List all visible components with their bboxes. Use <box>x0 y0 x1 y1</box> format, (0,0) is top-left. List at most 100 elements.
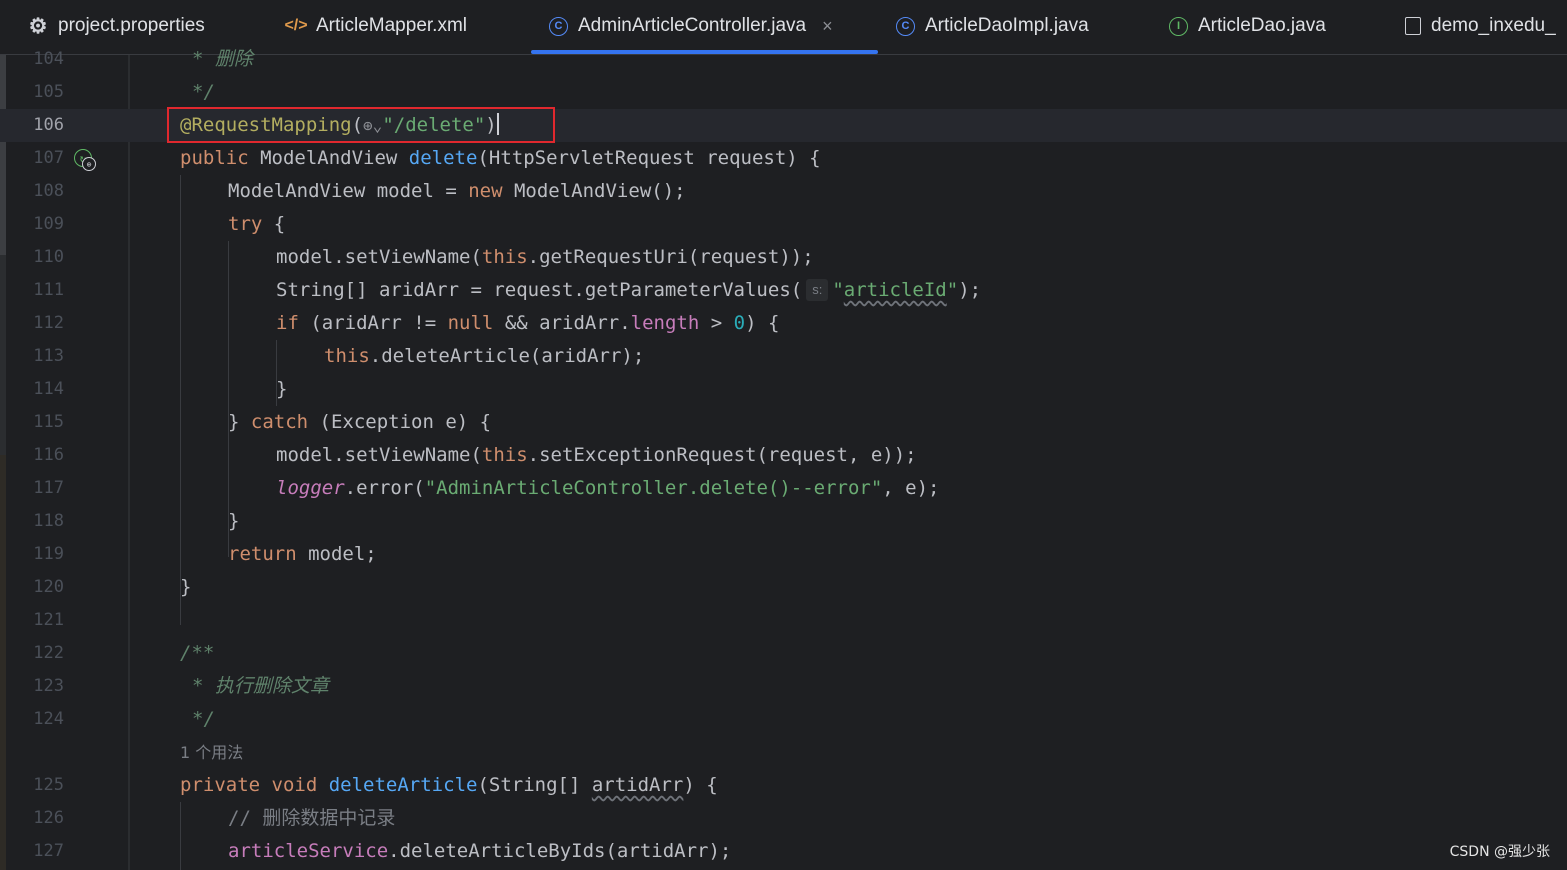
code-text: logger.error("AdminArticleController.del… <box>276 472 939 505</box>
line-number: 123 <box>33 676 64 696</box>
number-token: 0 <box>733 312 746 334</box>
code-line[interactable]: 115 } catch (Exception e) { <box>0 406 1567 439</box>
line-number: 122 <box>33 643 64 663</box>
code-line[interactable]: 120 } <box>0 571 1567 604</box>
code-line[interactable]: 114 } <box>0 373 1567 406</box>
line-number: 124 <box>33 709 64 729</box>
globe-icon: ⊕ <box>82 157 96 171</box>
code-token: ModelAndView(); <box>502 180 686 202</box>
interface-icon: I <box>1169 16 1188 36</box>
code-text: return model; <box>228 538 377 571</box>
web-endpoint-gutter-icon[interactable]: ↻ ⊕ <box>74 149 96 171</box>
code-line[interactable]: 119 return model; <box>0 538 1567 571</box>
code-line[interactable]: 110 model.setViewName(this.getRequestUri… <box>0 241 1567 274</box>
code-line[interactable]: 121 <box>0 604 1567 637</box>
code-line[interactable]: 112 if (aridArr != null && aridArr.lengt… <box>0 307 1567 340</box>
watermark: CSDN @强少张 <box>1449 844 1550 860</box>
string-token: articleId <box>843 279 947 301</box>
code-text: model.setViewName(this.getRequestUri(req… <box>276 241 814 274</box>
line-number: 111 <box>33 280 64 300</box>
code-line[interactable]: 122 /** <box>0 637 1567 670</box>
close-icon[interactable]: × <box>822 16 833 37</box>
line-number: 127 <box>33 841 64 861</box>
param-token: artidArr <box>591 774 684 796</box>
code-line[interactable]: 104 * 删除 <box>0 43 1567 76</box>
code-line[interactable]: 109 try { <box>0 208 1567 241</box>
code-token: > <box>699 312 734 334</box>
code-line[interactable]: 127 articleService.deleteArticleByIds(ar… <box>0 835 1567 868</box>
field-token: articleService <box>228 840 389 862</box>
code-line[interactable]: 108 ModelAndView model = new ModelAndVie… <box>0 175 1567 208</box>
keyword-token: catch <box>250 411 309 433</box>
tab-label: AdminArticleController.java <box>578 15 807 36</box>
code-line[interactable]: 111 String[] aridArr = request.getParame… <box>0 274 1567 307</box>
code-token: .setExceptionRequest(request, e)); <box>527 444 917 466</box>
string-token: " <box>946 279 959 301</box>
code-token: ModelAndView model = <box>228 180 469 202</box>
comment-text: */ <box>192 708 215 730</box>
tab-label: ArticleDao.java <box>1198 15 1326 36</box>
string-token: " <box>832 279 844 301</box>
keyword-token: this <box>481 246 528 268</box>
code-text: public ModelAndView delete(HttpServletRe… <box>180 142 821 175</box>
line-number: 106 <box>33 115 64 135</box>
gear-icon: ⚙ <box>28 14 48 38</box>
keyword-token: return <box>228 543 297 565</box>
keyword-token: public <box>180 147 249 169</box>
code-line[interactable]: 113 this.deleteArticle(aridArr); <box>0 340 1567 373</box>
code-token: && aridArr. <box>493 312 631 334</box>
line-number: 126 <box>33 808 64 828</box>
code-line[interactable]: 118 } <box>0 505 1567 538</box>
line-number: 125 <box>33 775 64 795</box>
code-line[interactable]: 107 public ModelAndView delete(HttpServl… <box>0 142 1567 175</box>
code-text: try { <box>228 208 285 241</box>
field-token: length <box>630 312 700 334</box>
code-line[interactable]: 117 logger.error("AdminArticleController… <box>0 472 1567 505</box>
code-token: model.setViewName( <box>276 444 482 466</box>
code-token: } <box>228 411 251 433</box>
usage-hint[interactable]: 1 个用法 <box>180 736 243 769</box>
code-line[interactable]: 125 private void deleteArticle(String[] … <box>0 769 1567 802</box>
code-line[interactable]: 116 model.setViewName(this.setExceptionR… <box>0 439 1567 472</box>
code-line[interactable]: 126 // 删除数据中记录 <box>0 802 1567 835</box>
code-token: .error( <box>344 477 425 499</box>
comment-text: */ <box>192 81 215 103</box>
method-token: delete <box>408 147 478 169</box>
code-editor[interactable]: 104 * 删除 105 */ 106 @RequestMapping(⊕⌄"/… <box>0 48 1567 870</box>
line-number: 107 <box>33 148 64 168</box>
tab-label: project.properties <box>58 15 205 36</box>
tab-label: demo_inxedu_ <box>1431 15 1556 36</box>
code-text: if (aridArr != null && aridArr.length > … <box>276 307 779 340</box>
line-number: 105 <box>33 82 64 102</box>
code-text: } catch (Exception e) { <box>228 406 491 439</box>
code-token: .deleteArticle(aridArr); <box>369 345 645 367</box>
file-icon <box>1405 17 1421 35</box>
method-token: deleteArticle <box>328 774 478 796</box>
code-token: .deleteArticleByIds(artidArr); <box>388 840 732 862</box>
line-number: 119 <box>33 544 64 564</box>
code-text: this.deleteArticle(aridArr); <box>324 340 644 373</box>
code-token: String[] aridArr = request.getParameterV… <box>276 279 803 301</box>
line-number: 110 <box>33 247 64 267</box>
line-number: 118 <box>33 511 64 531</box>
line-number: 121 <box>33 610 64 630</box>
class-icon: C <box>896 16 915 36</box>
keyword-token: this <box>324 345 370 367</box>
code-line[interactable]: 123 * 执行删除文章 <box>0 670 1567 703</box>
comment-text: * 执行删除文章 <box>192 675 329 697</box>
line-number: 113 <box>33 346 64 366</box>
tab-label: ArticleDaoImpl.java <box>925 15 1089 36</box>
code-line[interactable]: 124 */ <box>0 703 1567 736</box>
code-token: ); <box>958 279 982 301</box>
code-token: ) { <box>683 774 718 796</box>
line-number: 116 <box>33 445 64 465</box>
highlight-box <box>167 107 555 143</box>
line-number: 115 <box>33 412 64 432</box>
string-token: "AdminArticleController.delete()--error" <box>424 477 883 499</box>
code-token: model.setViewName( <box>276 246 482 268</box>
code-text: } <box>276 378 288 400</box>
field-token: logger <box>276 477 345 499</box>
keyword-token: null <box>447 312 494 334</box>
code-line[interactable]: 105 */ <box>0 76 1567 109</box>
